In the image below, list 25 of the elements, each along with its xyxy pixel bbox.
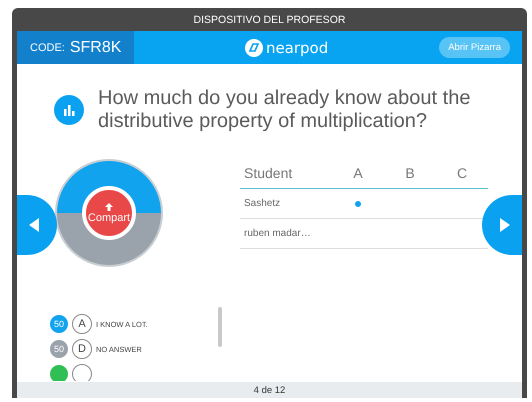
page-counter: 4 de 12: [254, 384, 286, 396]
code-label: CODE:: [30, 42, 65, 54]
window-title: DISPOSITIVO DEL PROFESOR: [194, 14, 346, 26]
count-badge: 50: [50, 340, 68, 358]
column-header: C: [456, 165, 468, 181]
arrow-up-icon: [104, 202, 114, 212]
column-header: A: [352, 165, 364, 181]
previous-button[interactable]: [17, 195, 57, 255]
whiteboard-button[interactable]: Abrir Pizarra: [439, 37, 510, 58]
option-letter: A: [72, 314, 92, 334]
question-text: How much do you already know about the distributive property of multiplication?: [98, 87, 472, 133]
left-arrow-icon: [28, 217, 40, 233]
logo-icon: [244, 38, 263, 56]
column-header: Student: [243, 165, 294, 181]
option-letter: D: [72, 339, 92, 359]
scrollbar[interactable]: [218, 307, 222, 347]
student-name: Sashetz: [243, 198, 282, 209]
logo-text: nearpod: [266, 38, 328, 56]
chart-icon: [54, 95, 84, 125]
right-arrow-icon: [499, 217, 511, 233]
session-code: SFR8K: [70, 38, 122, 56]
next-button[interactable]: [482, 195, 522, 255]
count-badge: 50: [50, 315, 68, 333]
column-header: B: [404, 165, 416, 181]
student-name: ruben madar…: [243, 228, 312, 239]
